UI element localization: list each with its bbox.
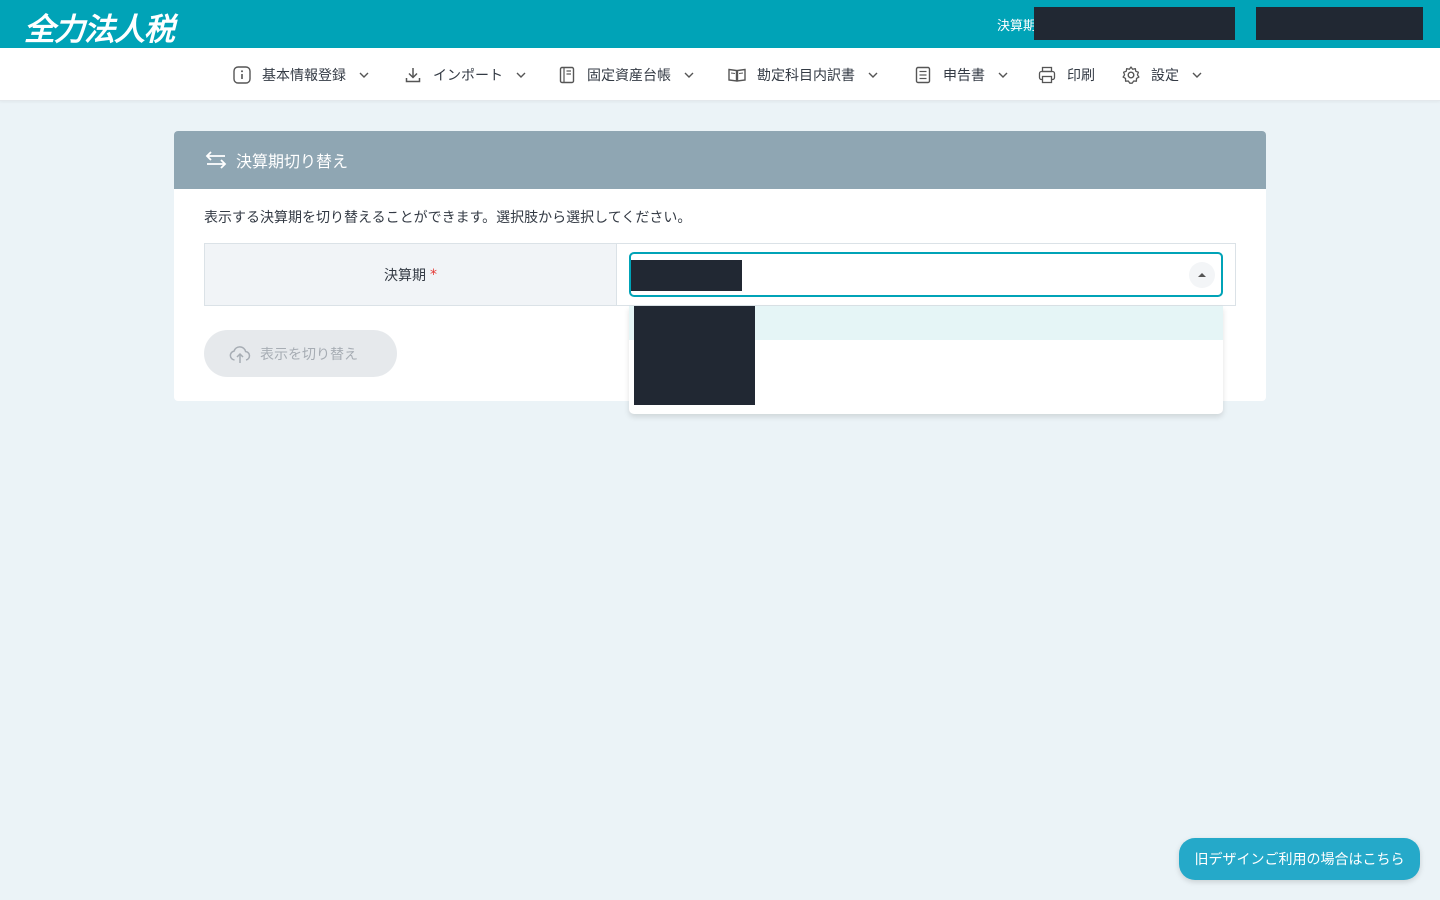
redacted-period-value[interactable] [1034,7,1235,40]
nav-label: インポート [433,67,503,84]
field-label-text: 決算期 [384,267,426,284]
main-nav: 基本情報登録 インポート 固定資産台帳 勘定科目内訳書 申告書 印刷 設定 [0,48,1440,101]
nav-item-account-details[interactable]: 勘定科目内訳書 [727,48,879,101]
card-description: 表示する決算期を切り替えることができます。選択肢から選択してください。 [204,210,692,226]
nav-label: 固定資産台帳 [587,67,671,84]
switch-display-label: 表示を切り替え [260,346,358,363]
redacted-dropdown-options[interactable] [634,306,755,405]
top-bar: 全力法人税 決算期 [0,0,1440,48]
switch-display-button[interactable]: 表示を切り替え [204,330,397,377]
card-title: 決算期切り替え [236,152,349,171]
nav-item-tax-return[interactable]: 申告書 [913,48,1009,101]
nav-label: 設定 [1151,67,1179,84]
required-mark: * [430,266,437,283]
info-icon [232,65,252,85]
app-logo[interactable]: 全力法人税 [24,4,175,49]
redacted-selected-value [631,260,742,291]
cloud-upload-icon [228,342,252,366]
nav-item-basic-info[interactable]: 基本情報登録 [232,48,370,101]
period-label: 決算期 [997,19,1035,34]
chevron-down-icon [515,69,527,81]
card-header: 決算期切り替え [174,131,1266,189]
redacted-user-info[interactable] [1256,7,1423,40]
swap-arrows-icon [204,148,228,172]
nav-item-print[interactable]: 印刷 [1037,48,1095,101]
book-icon [727,65,747,85]
chevron-down-icon [683,69,695,81]
period-form-row: 決算期 * [204,243,1236,306]
chevron-down-icon [1191,69,1203,81]
old-design-button[interactable]: 旧デザインご利用の場合はこちら [1179,838,1420,880]
nav-label: 基本情報登録 [262,67,346,84]
nav-item-import[interactable]: インポート [403,48,527,101]
period-dropdown-list [629,306,1223,414]
chevron-down-icon [867,69,879,81]
chevron-down-icon [358,69,370,81]
nav-label: 勘定科目内訳書 [757,67,855,84]
ledger-icon [557,65,577,85]
gear-icon [1121,65,1141,85]
caret-up-icon[interactable] [1189,262,1215,288]
download-icon [403,65,423,85]
printer-icon [1037,65,1057,85]
period-field-label: 決算期 * [205,244,617,305]
nav-item-fixed-assets[interactable]: 固定資産台帳 [557,48,695,101]
chevron-down-icon [997,69,1009,81]
nav-item-settings[interactable]: 設定 [1121,48,1203,101]
document-list-icon [913,65,933,85]
nav-label: 申告書 [943,67,985,84]
period-select[interactable] [629,252,1223,297]
nav-label: 印刷 [1067,67,1095,84]
